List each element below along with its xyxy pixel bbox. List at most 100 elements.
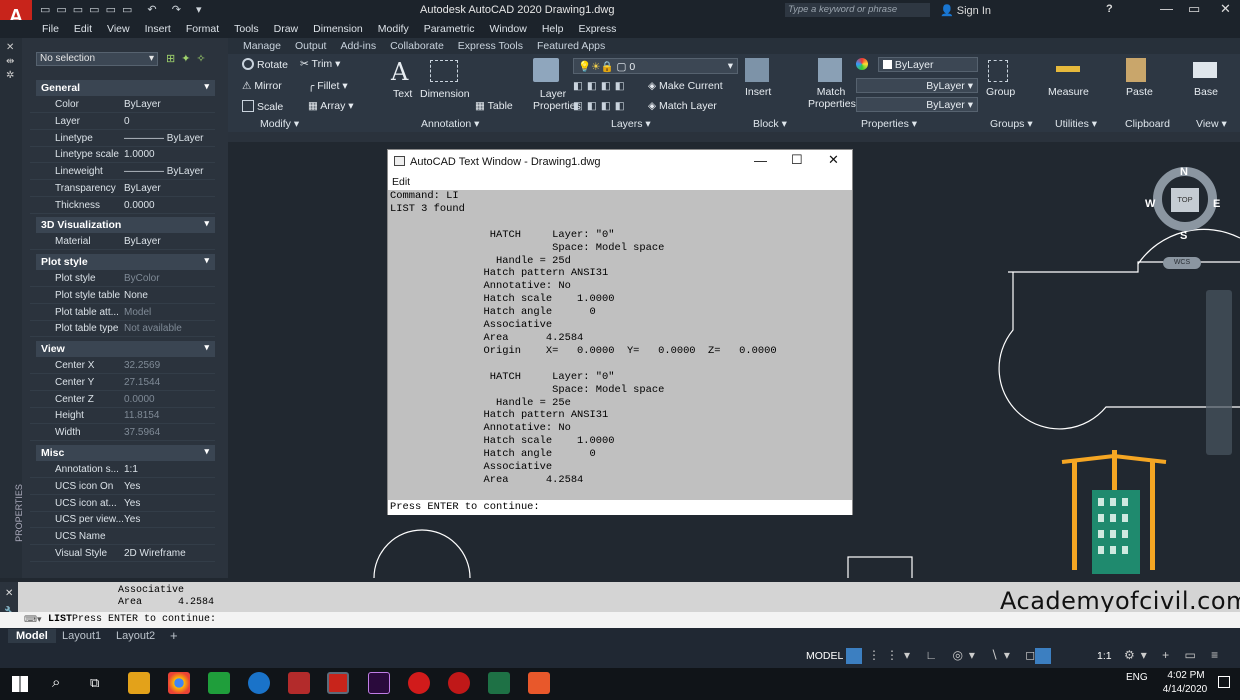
language-indicator[interactable]: ENG <box>1126 672 1148 683</box>
tab-add-ins[interactable]: Add-ins <box>333 38 383 54</box>
prop-row[interactable]: Plot table att... Model <box>30 305 215 321</box>
menu-express[interactable]: Express <box>578 23 616 35</box>
section-misc[interactable]: Misc <box>36 445 215 461</box>
section-general[interactable]: General <box>36 80 215 96</box>
opera-gx-icon[interactable] <box>448 672 470 694</box>
close-icon[interactable]: ✕ <box>5 588 13 599</box>
maximize-button[interactable]: ▭ <box>1188 1 1200 17</box>
match-layer-button[interactable]: ◈ Match Layer <box>648 100 717 112</box>
search-icon[interactable]: ⌕ <box>52 674 60 691</box>
quick-select-icon[interactable]: ⊞✦✧ <box>166 52 212 65</box>
prop-row[interactable]: UCS per view... Yes <box>30 512 215 529</box>
prop-row[interactable]: Visual Style 2D Wireframe <box>30 546 215 562</box>
panel-annotation[interactable]: Annotation ▾ <box>421 118 479 130</box>
layer-tools-icons-2[interactable]: ◧◧◧◧ <box>573 100 629 112</box>
section-view[interactable]: View <box>36 341 215 357</box>
tab-manage[interactable]: Manage <box>236 38 288 54</box>
add-layout-icon[interactable]: + <box>170 628 178 643</box>
trim-button[interactable]: ✂ Trim ▾ <box>300 58 340 70</box>
match-properties-icon[interactable] <box>818 58 842 82</box>
text-window-titlebar[interactable]: AutoCAD Text Window - Drawing1.dwg — ☐ ✕ <box>388 150 852 174</box>
color-wheel-icon[interactable] <box>856 58 868 70</box>
command-line[interactable]: ⌨▾ LIST Press ENTER to continue: <box>0 612 1240 628</box>
panel-layers[interactable]: Layers ▾ <box>611 118 651 130</box>
search-input[interactable]: Type a keyword or phrase <box>785 3 930 17</box>
minimize-button[interactable]: — <box>1160 1 1173 16</box>
prop-row[interactable]: Transparency ByLayer <box>30 181 215 197</box>
prop-row[interactable]: Center Z 0.0000 <box>30 392 215 408</box>
prop-row[interactable]: Linetype scale 1.0000 <box>30 147 215 164</box>
annotation-visibility-icon[interactable] <box>1035 648 1051 664</box>
sign-in-button[interactable]: 👤 Sign In <box>940 4 991 17</box>
selection-dropdown[interactable]: No selection ▾ <box>36 52 158 66</box>
base-icon[interactable] <box>1193 62 1217 78</box>
menu-insert[interactable]: Insert <box>145 23 171 35</box>
help-icon[interactable]: ? <box>1106 3 1113 15</box>
grid-icon[interactable] <box>846 648 862 664</box>
prop-row[interactable]: UCS Name <box>30 529 215 546</box>
prop-row[interactable]: UCS icon at... Yes <box>30 496 215 512</box>
chrome-icon[interactable] <box>168 672 190 694</box>
wcs-menu[interactable]: WCS <box>1163 257 1201 269</box>
menu-draw[interactable]: Draw <box>274 23 299 35</box>
dimension-icon[interactable] <box>430 60 458 82</box>
group-icon[interactable] <box>988 60 1008 82</box>
table-button[interactable]: ▦ Table <box>475 100 513 112</box>
tab-model[interactable]: Model <box>8 629 56 643</box>
model-space-button[interactable]: MODEL <box>806 650 843 662</box>
mirror-button[interactable]: ⚠ Mirror <box>242 80 282 92</box>
scale-button[interactable]: Scale <box>242 100 283 113</box>
panel-utilities[interactable]: Utilities ▾ <box>1055 118 1097 130</box>
annotation-scale[interactable]: 1:1 <box>1097 650 1112 662</box>
prop-row[interactable]: Width 37.5964 <box>30 425 215 442</box>
tab-collaborate[interactable]: Collaborate <box>383 38 451 54</box>
workspace-icons[interactable]: ⚙▾ + ▭ ≡ <box>1124 648 1224 662</box>
prop-row[interactable]: Layer 0 <box>30 114 215 130</box>
minimize-button[interactable]: — <box>754 153 767 168</box>
menu-modify[interactable]: Modify <box>378 23 409 35</box>
opera-icon[interactable] <box>408 672 430 694</box>
menu-window[interactable]: Window <box>489 23 526 35</box>
prop-row[interactable]: Lineweight ———— ByLayer <box>30 164 215 181</box>
panel-groups[interactable]: Groups ▾ <box>990 118 1033 130</box>
prop-row[interactable]: UCS icon On Yes <box>30 479 215 495</box>
panel-modify[interactable]: Modify ▾ <box>260 118 299 130</box>
notifications-icon[interactable] <box>1218 676 1230 688</box>
prop-row[interactable]: Thickness 0.0000 <box>30 198 215 214</box>
menu-edit[interactable]: Edit <box>388 174 852 190</box>
file-explorer-icon[interactable] <box>128 672 150 694</box>
prop-row[interactable]: Center X 32.2569 <box>30 358 215 374</box>
command-menu-icon[interactable]: ⌨▾ <box>24 614 42 625</box>
menu-edit[interactable]: Edit <box>74 23 92 35</box>
tab-featured-apps[interactable]: Featured Apps <box>530 38 612 54</box>
tab-output[interactable]: Output <box>288 38 334 54</box>
task-view-icon[interactable]: ⧉ <box>90 675 99 691</box>
navigation-bar[interactable] <box>1206 290 1232 455</box>
section-vis3d[interactable]: 3D Visualization <box>36 217 215 233</box>
text-icon[interactable]: A <box>391 58 408 86</box>
windows-start-icon[interactable] <box>12 676 28 692</box>
prop-row[interactable]: Plot style table None <box>30 288 215 304</box>
close-icon[interactable]: ✕ <box>6 42 14 53</box>
clock-time[interactable]: 4:02 PM <box>1160 670 1212 681</box>
close-button[interactable]: ✕ <box>1220 1 1231 17</box>
lineweight-dropdown[interactable]: ByLayer ▾ <box>856 78 978 93</box>
text-window-output[interactable]: Command: LI LIST 3 found HATCH Layer: "0… <box>388 190 852 500</box>
camtasia-recorder-icon[interactable] <box>528 672 550 694</box>
fillet-button[interactable]: ╭ Fillet ▾ <box>308 80 348 92</box>
paste-icon[interactable] <box>1126 58 1146 82</box>
text-window-prompt[interactable]: Press ENTER to continue: <box>388 500 852 515</box>
rotate-button[interactable]: Rotate <box>242 58 288 71</box>
close-button[interactable]: ✕ <box>828 152 839 168</box>
menu-file[interactable]: File <box>42 23 59 35</box>
linetype-dropdown[interactable]: ByLayer ▾ <box>856 97 978 112</box>
viewcube-top[interactable]: TOP <box>1171 188 1199 212</box>
maximize-button[interactable]: ☐ <box>791 152 803 168</box>
layer-tools-icons[interactable]: ◧◧◧◧ <box>573 80 629 92</box>
excel-icon[interactable] <box>488 672 510 694</box>
palette-grip[interactable]: ✕ ⇹ ✲ PROPERTIES <box>0 38 24 578</box>
tab-express-tools[interactable]: Express Tools <box>451 38 530 54</box>
camtasia-icon[interactable] <box>208 672 230 694</box>
quick-access-toolbar[interactable]: ▭▭▭▭▭▭ ↶ ↷ ▾ <box>40 3 207 16</box>
menu-format[interactable]: Format <box>186 23 219 35</box>
